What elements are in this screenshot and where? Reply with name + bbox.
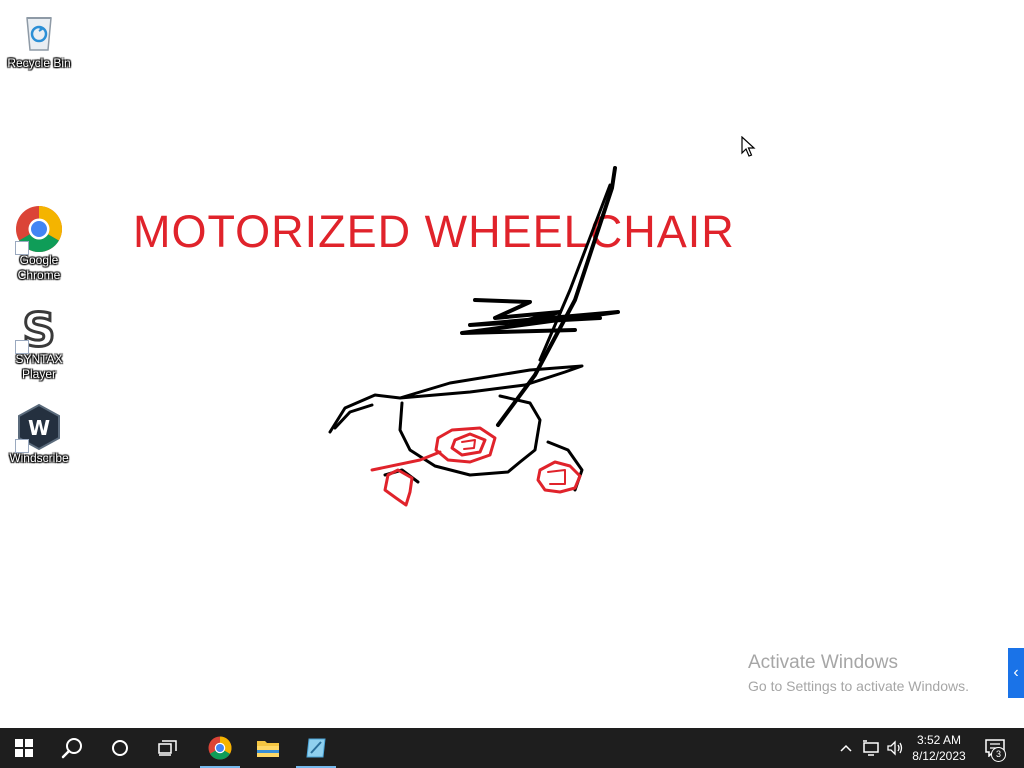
side-panel-tab[interactable]: ‹ — [1008, 648, 1024, 698]
folder-icon — [257, 741, 279, 757]
notification-count-badge: 3 — [991, 747, 1006, 762]
clock-date: 8/12/2023 — [912, 749, 966, 763]
clock[interactable]: 3:52 AM 8/12/2023 — [902, 732, 976, 764]
network-button[interactable] — [860, 728, 882, 768]
taskbar: 3:52 AM 8/12/2023 3 — [0, 728, 1024, 768]
activate-windows-heading: Activate Windows — [748, 652, 898, 673]
taskbar-paint-button[interactable] — [292, 728, 340, 768]
chrome-icon — [208, 736, 232, 760]
network-icon — [863, 740, 879, 756]
windows-logo-icon — [15, 739, 33, 757]
task-view-button[interactable] — [144, 728, 192, 768]
notifications-button[interactable]: 3 — [978, 728, 1012, 768]
search-button[interactable] — [48, 728, 96, 768]
paint-icon — [306, 738, 326, 758]
task-view-icon — [158, 740, 177, 756]
desktop: Recycle Bin Google Chrome S SYNTAX Playe… — [0, 0, 1024, 728]
wheelchair-drawing — [328, 166, 620, 507]
cortana-circle-icon — [112, 740, 128, 756]
taskbar-chrome-button[interactable] — [196, 728, 244, 768]
search-icon — [61, 738, 82, 759]
start-button[interactable] — [0, 728, 48, 768]
taskbar-file-explorer-button[interactable] — [244, 728, 292, 768]
chevron-up-icon — [840, 744, 852, 752]
mouse-cursor-icon — [741, 136, 756, 157]
clock-time: 3:52 AM — [916, 733, 962, 747]
activate-windows-subtext: Go to Settings to activate Windows. — [748, 678, 969, 694]
show-hidden-icons-button[interactable] — [836, 728, 856, 768]
activate-windows-watermark: Activate Windows Go to Settings to activ… — [748, 652, 969, 696]
cortana-button[interactable] — [96, 728, 144, 768]
